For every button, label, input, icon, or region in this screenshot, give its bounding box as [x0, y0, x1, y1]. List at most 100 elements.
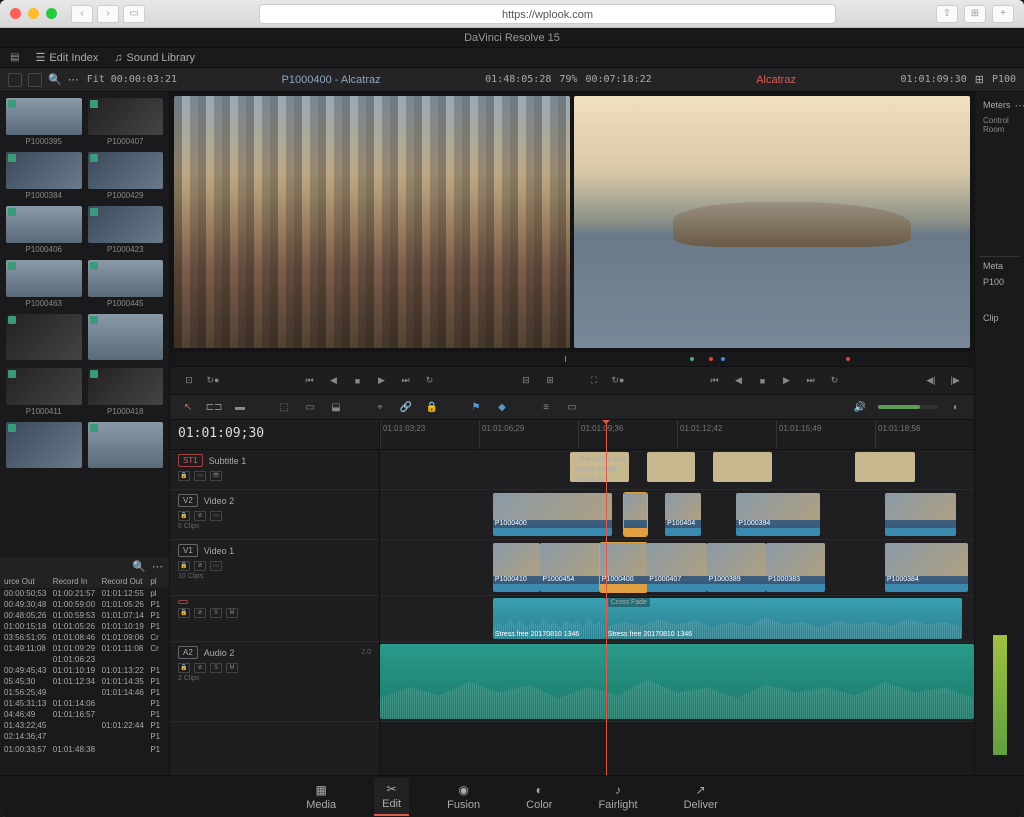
timeline-viewer-image[interactable]	[574, 96, 970, 348]
last-frame-button-2[interactable]: ⏭	[802, 373, 820, 389]
media-thumbnail[interactable]: P1000429	[88, 152, 164, 200]
subtitle-clip[interactable]	[647, 452, 695, 482]
disable-icon[interactable]: ⊘	[194, 511, 206, 521]
arrow-tool-icon[interactable]: ↖	[180, 400, 196, 414]
edit-index-row[interactable]: 01:00:15;1801:01:05:2601:01:10:19P1	[0, 621, 169, 632]
time-ruler[interactable]: 01:01:03;2301:01:06;2901:01:09;3601:01:1…	[380, 420, 974, 450]
track-v1[interactable]: P1000410P1000454P1000400P1000407P1000389…	[380, 540, 974, 596]
edit-index-row[interactable]: 03:56:51;0501:01:08:4601:01:09:06Cr	[0, 632, 169, 643]
volume-icon[interactable]: 🔊	[852, 400, 868, 414]
edit-index-row[interactable]: 00:49:45;4301:01:10:1901:01:13:22P1	[0, 665, 169, 676]
lock-icon[interactable]: 🔒	[178, 561, 190, 571]
options-icon[interactable]: ⋯	[1015, 99, 1024, 112]
options-icon[interactable]: ⋯	[68, 73, 79, 86]
view-options-icon[interactable]: ▭	[564, 400, 580, 414]
match-frame-icon[interactable]: ⊡	[180, 373, 198, 389]
media-pool-button[interactable]: ▤	[10, 52, 19, 63]
loop-button-2[interactable]: ↻	[826, 373, 844, 389]
snap-icon[interactable]: ⌖	[372, 400, 388, 414]
fit-dropdown[interactable]: Fit	[87, 74, 105, 85]
sound-library-button[interactable]: ♫Sound Library	[114, 52, 195, 64]
source-viewer-image[interactable]	[174, 96, 570, 348]
tabs-button[interactable]: ⊞	[964, 5, 986, 23]
audio-clip[interactable]	[380, 644, 974, 719]
video-clip[interactable]: P1000410	[493, 543, 541, 592]
media-thumbnail[interactable]	[6, 314, 82, 362]
solo-button[interactable]: S	[210, 608, 222, 618]
media-thumbnail[interactable]: P1000411	[6, 368, 82, 416]
playhead[interactable]	[606, 420, 607, 775]
media-thumbnail[interactable]: P1000418	[88, 368, 164, 416]
clip-prev-icon[interactable]: ◀|	[922, 373, 940, 389]
eye-icon[interactable]: 👁	[210, 471, 222, 481]
trim-tool-icon[interactable]: ⊏⊐	[206, 400, 222, 414]
zoom-icon[interactable]	[46, 8, 57, 19]
page-color[interactable]: ◐Color	[518, 779, 560, 815]
track-st1[interactable]: - The past is just a story we tell ourse…	[380, 450, 974, 490]
forward-button[interactable]: ›	[97, 5, 119, 23]
video-clip[interactable]: P1000400	[600, 543, 648, 592]
first-frame-button[interactable]: ⏮	[301, 373, 319, 389]
back-button[interactable]: ‹	[71, 5, 93, 23]
edit-index-row[interactable]: 02:14:36;47P1	[0, 731, 169, 742]
add-button[interactable]: +	[992, 5, 1014, 23]
edit-index-row[interactable]: 01:56:25;4901:01:14:46P1	[0, 687, 169, 698]
view-list-icon[interactable]	[8, 73, 22, 87]
track-head-v1[interactable]: V1Video 1 🔒⊘▭ 10 Clips	[170, 540, 379, 596]
mute-button[interactable]: M	[226, 608, 238, 618]
edit-index-row[interactable]: 04:46;4901:01:16:57P1	[0, 709, 169, 720]
edit-index-row[interactable]: 00:48:05;2601:00:59:5301:01:07:14P1	[0, 610, 169, 621]
disable-icon[interactable]: ⊘	[194, 561, 206, 571]
tc-options-icon[interactable]: ⊞	[975, 73, 984, 86]
track-a2[interactable]	[380, 642, 974, 722]
subtitle-icon[interactable]: ▭	[194, 471, 206, 481]
flag-icon[interactable]: ⚑	[468, 400, 484, 414]
insert-clip-icon[interactable]: ⬚	[276, 400, 292, 414]
loop-button[interactable]: ↻	[421, 373, 439, 389]
subtitle-clip[interactable]	[855, 452, 914, 482]
edit-index-row[interactable]: 05:45;3001:01:12:3401:01:14:35P1	[0, 676, 169, 687]
sidebar-button[interactable]: ▭	[123, 5, 145, 23]
lock-icon[interactable]: 🔒	[178, 471, 190, 481]
track-area[interactable]: 01:01:03;2301:01:06;2901:01:09;3601:01:1…	[380, 420, 974, 775]
overwrite-icon[interactable]: ⊟	[517, 373, 535, 389]
media-thumbnail[interactable]: P1000445	[88, 260, 164, 308]
lock-icon[interactable]: 🔒	[178, 663, 190, 673]
video-clip[interactable]: P1000407	[647, 543, 706, 592]
track-head-st1[interactable]: ST1Subtitle 1 🔒▭👁	[170, 450, 379, 490]
replace-clip-icon[interactable]: ⬓	[328, 400, 344, 414]
lock-icon[interactable]: 🔒	[178, 511, 190, 521]
share-button[interactable]: ⇧	[936, 5, 958, 23]
video-clip[interactable]: P1000389	[707, 543, 766, 592]
track-head-a2[interactable]: A2Audio 22.0 🔒⊘SM 2 Clips	[170, 642, 379, 722]
video-clip[interactable]: P100404	[665, 493, 701, 536]
media-thumbnail[interactable]: P1000395	[6, 98, 82, 146]
search-icon[interactable]: 🔍	[132, 560, 146, 573]
page-edit[interactable]: ✂Edit	[374, 778, 409, 816]
video-clip[interactable]	[885, 493, 956, 536]
edit-index-row[interactable]: 00:49:30;4801:00:59:0001:01:05:26P1	[0, 599, 169, 610]
play-reverse-button[interactable]: ◀	[325, 373, 343, 389]
search-icon[interactable]: 🔍	[48, 73, 62, 86]
media-thumbnail[interactable]	[88, 422, 164, 470]
first-frame-button-2[interactable]: ⏮	[706, 373, 724, 389]
media-thumbnail[interactable]: P1000406	[6, 206, 82, 254]
insert-icon[interactable]: ⊞	[541, 373, 559, 389]
video-clip[interactable]: P1000384	[885, 543, 968, 592]
solo-button[interactable]: S	[210, 663, 222, 673]
overwrite-clip-icon[interactable]: ▭	[302, 400, 318, 414]
edit-index-row[interactable]: 01:43:22;4501:01:22:44P1	[0, 720, 169, 731]
video-clip[interactable]: P1000400	[493, 493, 612, 536]
play-button[interactable]: ▶	[373, 373, 391, 389]
edit-index-row[interactable]: 01:45:31;1301:01:14:06P1	[0, 698, 169, 709]
frame-icon[interactable]: ▭	[210, 511, 222, 521]
timeline-name[interactable]: Alcatraz	[756, 74, 796, 86]
timeline-counter[interactable]: 01:01:09;30	[170, 420, 379, 450]
blade-tool-icon[interactable]: ▬	[232, 400, 248, 414]
stop-button[interactable]: ■	[349, 373, 367, 389]
loop-icon[interactable]: ↻●	[204, 373, 222, 389]
dim-icon[interactable]: ◐	[948, 400, 964, 414]
link-icon[interactable]: 🔗	[398, 400, 414, 414]
crop-icon[interactable]: ⛶	[585, 373, 603, 389]
video-clip[interactable]: P1000383	[766, 543, 825, 592]
